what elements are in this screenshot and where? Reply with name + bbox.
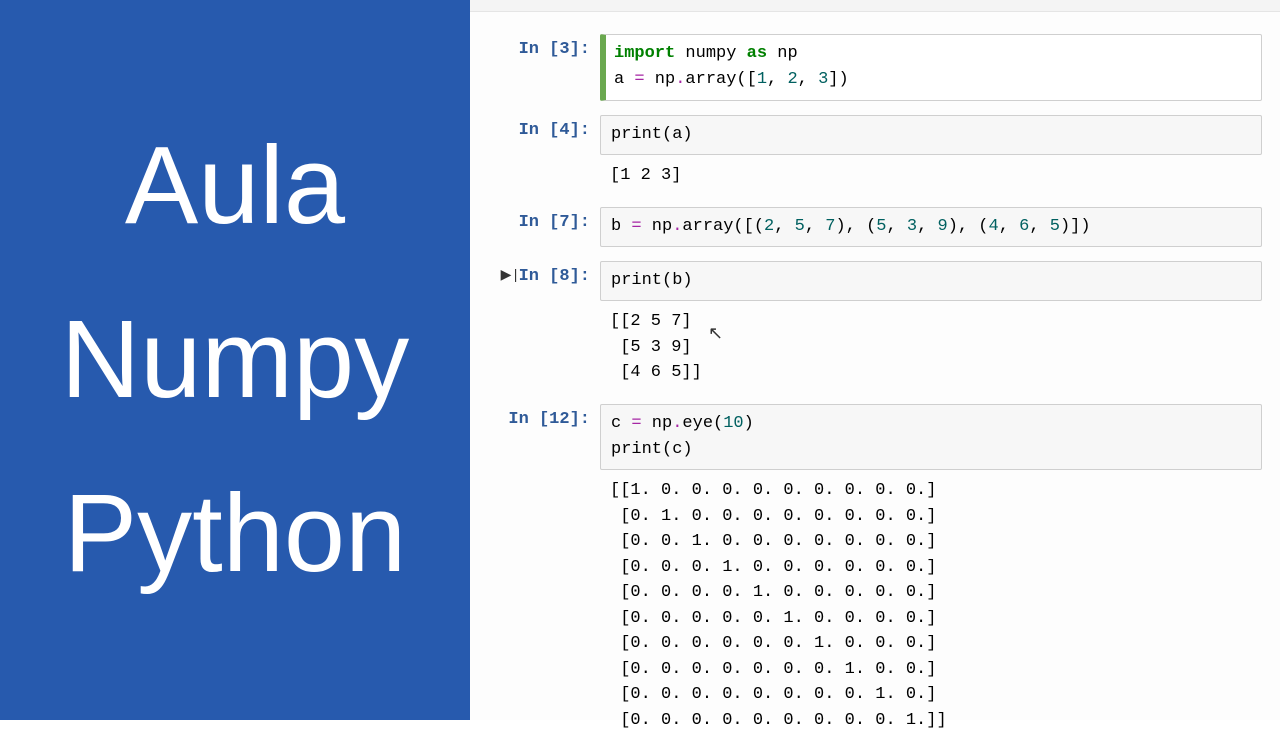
cell-prompt: In [12]: <box>508 410 590 429</box>
notebook-cell[interactable]: In [7]: b = np.array([(2, 5, 7), (5, 3, 9… <box>480 207 1270 247</box>
code-input[interactable]: print(a) <box>600 115 1262 155</box>
prompt-area: In [3]: <box>480 34 600 59</box>
code-input[interactable]: print(b) <box>600 261 1262 301</box>
cell-prompt: In [7]: <box>519 213 590 232</box>
cell-output: [1 2 3] <box>480 163 1270 189</box>
title-panel: Aula Numpy Python <box>0 0 470 720</box>
notebook-toolbar[interactable] <box>470 0 1280 12</box>
cell-prompt: In [4]: <box>519 121 590 140</box>
code-input[interactable]: c = np.eye(10) print(c) <box>600 404 1262 471</box>
cell-output: [[2 5 7] [5 3 9] [4 6 5]] <box>480 309 1270 386</box>
title-line-2: Numpy <box>61 283 409 437</box>
prompt-area: In [4]: <box>480 115 600 140</box>
code-input[interactable]: b = np.array([(2, 5, 7), (5, 3, 9), (4, … <box>600 207 1262 247</box>
notebook-cell[interactable]: In [4]: print(a) <box>480 115 1270 155</box>
notebook-cell[interactable]: In [12]: c = np.eye(10) print(c) <box>480 404 1270 471</box>
title-line-3: Python <box>64 457 406 611</box>
notebook-cell[interactable]: In [3]: import numpy as np a = np.array([… <box>480 34 1270 101</box>
prompt-area: In [12]: <box>480 404 600 429</box>
notebook-panel: In [3]: import numpy as np a = np.array([… <box>470 0 1280 720</box>
prompt-area: ▶| In [8]: <box>480 261 600 286</box>
cell-prompt: In [8]: <box>519 267 590 286</box>
cell-output: [[1. 0. 0. 0. 0. 0. 0. 0. 0. 0.] [0. 1. … <box>480 478 1270 733</box>
run-to-icon[interactable]: ▶| <box>501 267 513 284</box>
cell-prompt: In [3]: <box>519 40 590 59</box>
title-line-1: Aula <box>125 109 345 263</box>
notebook-cell[interactable]: ▶| In [8]: print(b) <box>480 261 1270 301</box>
code-input[interactable]: import numpy as np a = np.array([1, 2, 3… <box>600 34 1262 101</box>
prompt-area: In [7]: <box>480 207 600 232</box>
